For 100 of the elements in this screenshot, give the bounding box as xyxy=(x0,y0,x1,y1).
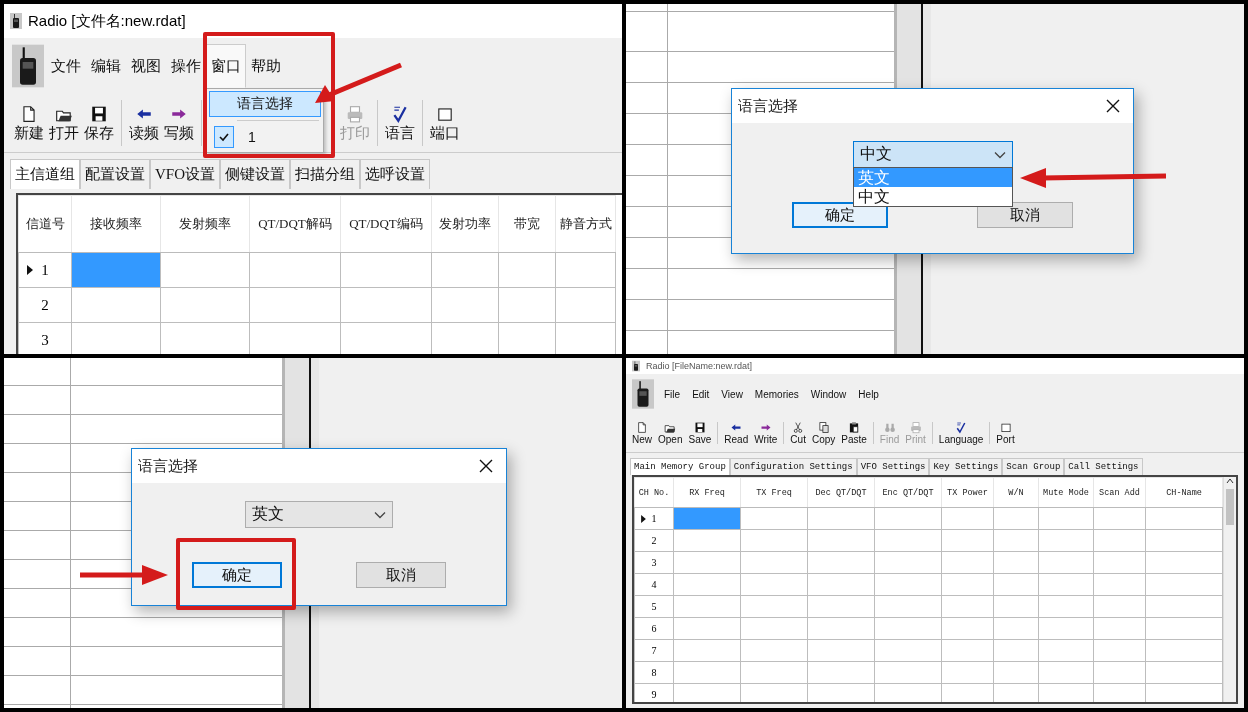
table-cell[interactable] xyxy=(1145,507,1223,530)
table-cell[interactable] xyxy=(555,252,616,288)
menu-option[interactable]: 1 xyxy=(209,124,321,150)
column-header: Dec QT/DQT xyxy=(807,477,875,508)
current-row-icon xyxy=(27,265,34,275)
toolbar-button[interactable]: New xyxy=(630,421,654,445)
table-cell[interactable] xyxy=(1038,507,1094,530)
toolbar-button[interactable]: 新建 xyxy=(12,103,46,143)
menu-item[interactable]: Memories xyxy=(748,382,805,406)
dialog-title: 语言选择 xyxy=(138,456,198,476)
menu-item[interactable]: Help xyxy=(852,382,885,406)
table-cell[interactable] xyxy=(1093,507,1146,530)
toolbar-button[interactable]: Save xyxy=(686,421,714,445)
table-cell[interactable] xyxy=(807,507,875,530)
tab[interactable]: Call Settings xyxy=(1064,458,1143,475)
table-cell[interactable] xyxy=(993,507,1039,530)
window-title: Radio [FileName:new.rdat] xyxy=(646,361,753,371)
column-header: CH No. xyxy=(634,477,674,508)
toolbar-button[interactable]: 读频 xyxy=(127,103,161,143)
menu-item[interactable]: File xyxy=(658,382,687,406)
row-number: 1 xyxy=(651,513,657,524)
tab[interactable]: VFO Settings xyxy=(856,458,930,475)
tab[interactable]: Scan Group xyxy=(1002,458,1065,475)
close-icon[interactable] xyxy=(1105,98,1121,114)
toolbar-button[interactable]: Cut xyxy=(788,421,808,445)
row-header-cell[interactable]: 3 xyxy=(18,322,72,354)
column-header: 信道号 xyxy=(18,195,72,253)
scrollbar[interactable] xyxy=(1223,477,1236,702)
tab[interactable]: VFO设置 xyxy=(150,159,220,189)
menu-item[interactable]: 操作 xyxy=(166,44,206,88)
table-cell[interactable] xyxy=(249,252,341,288)
toolbar-button[interactable]: Read xyxy=(722,421,751,445)
toolbar-button[interactable]: Paste xyxy=(839,421,869,445)
radio-icon xyxy=(632,360,640,372)
toolbar-button[interactable]: Language xyxy=(936,421,986,445)
row-header-cell[interactable]: 2 xyxy=(18,287,72,323)
row-header-cell[interactable]: 1 xyxy=(634,507,674,530)
tab[interactable]: Key Settings xyxy=(929,458,1003,475)
column-header: 静音方式 xyxy=(555,195,616,253)
toolbar-button[interactable]: 打开 xyxy=(47,103,81,143)
chevron-down-icon xyxy=(374,510,386,519)
window-title: Radio [文件名:new.rdat] xyxy=(28,11,186,31)
table-cell[interactable] xyxy=(874,507,942,530)
dialog-button[interactable]: 取消 xyxy=(977,202,1073,228)
toolbar-button[interactable]: Open xyxy=(656,421,685,445)
language-dropdown[interactable]: 英文 xyxy=(245,501,393,528)
toolbar-button[interactable]: Copy xyxy=(809,421,838,445)
row-header-cell[interactable]: 6 xyxy=(634,617,674,640)
dialog-title: 语言选择 xyxy=(738,96,798,116)
toolbar-button[interactable]: 保存 xyxy=(82,103,116,143)
row-header-cell[interactable]: 2 xyxy=(634,529,674,552)
binoculars-icon xyxy=(883,421,896,434)
row-header-cell[interactable]: 4 xyxy=(634,573,674,596)
column-header: 接收频率 xyxy=(71,195,161,253)
row-header-cell[interactable]: 5 xyxy=(634,595,674,618)
tab[interactable]: 侧键设置 xyxy=(220,159,290,189)
row-number: 7 xyxy=(651,645,657,656)
table-cell[interactable] xyxy=(340,252,432,288)
row-header-cell[interactable]: 9 xyxy=(634,683,674,702)
menu-item[interactable]: 帮助 xyxy=(246,44,286,88)
toolbar-button[interactable]: 语言 xyxy=(383,103,417,143)
table-cell[interactable] xyxy=(498,252,556,288)
clipboard-icon xyxy=(848,421,861,434)
table-cell[interactable] xyxy=(71,252,161,288)
toolbar-button[interactable]: 端口 xyxy=(428,103,462,143)
table-cell[interactable] xyxy=(941,507,994,530)
row-header-cell[interactable]: 7 xyxy=(634,639,674,662)
dialog-button[interactable]: 取消 xyxy=(356,562,446,588)
dialog-button[interactable]: 确定 xyxy=(192,562,282,588)
row-number: 1 xyxy=(41,261,49,279)
toolbar-button[interactable]: Write xyxy=(752,421,780,445)
printer-icon xyxy=(909,421,922,434)
scrollbar-thumb[interactable] xyxy=(1226,489,1235,525)
table-cell[interactable] xyxy=(740,507,808,530)
row-header-cell[interactable]: 1 xyxy=(18,252,72,288)
menu-item[interactable]: 窗口 xyxy=(206,44,246,88)
close-icon[interactable] xyxy=(478,458,494,474)
tab[interactable]: 配置设置 xyxy=(80,159,150,189)
tab[interactable]: 主信道组 xyxy=(10,159,80,189)
row-header-cell[interactable]: 8 xyxy=(634,661,674,684)
tab[interactable]: 选呼设置 xyxy=(360,159,430,189)
menu-item[interactable]: 文件 xyxy=(46,44,86,88)
column-header: QT/DQT编码 xyxy=(340,195,432,253)
toolbar-button[interactable]: 写频 xyxy=(162,103,196,143)
table-cell[interactable] xyxy=(431,252,499,288)
table-cell[interactable] xyxy=(160,252,250,288)
toolbar-button[interactable]: Port xyxy=(994,421,1017,445)
menu-item[interactable]: 视图 xyxy=(126,44,166,88)
menu-option[interactable]: 语言选择 xyxy=(209,91,321,117)
menu-item[interactable]: Window xyxy=(804,382,853,406)
tab[interactable]: 扫描分组 xyxy=(290,159,360,189)
spellcheck-icon xyxy=(955,421,968,434)
tab[interactable]: Configuration Settings xyxy=(729,458,857,475)
menu-item[interactable]: View xyxy=(715,382,749,406)
document-icon xyxy=(20,103,38,124)
column-header: Enc QT/DQT xyxy=(874,477,942,508)
row-header-cell[interactable]: 3 xyxy=(634,551,674,574)
tab[interactable]: Main Memory Group xyxy=(630,458,730,475)
menu-item[interactable]: 编辑 xyxy=(86,44,126,88)
menu-item[interactable]: Edit xyxy=(686,382,716,406)
